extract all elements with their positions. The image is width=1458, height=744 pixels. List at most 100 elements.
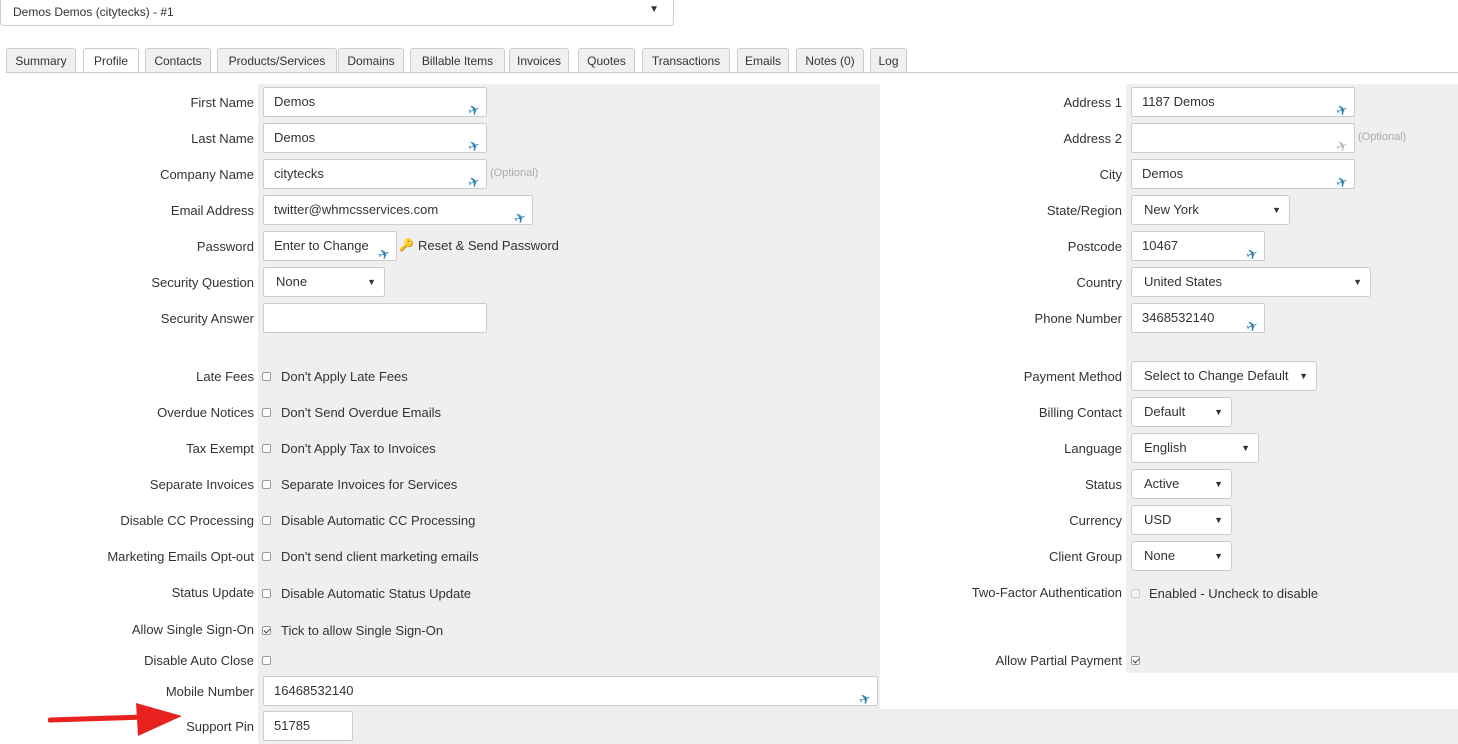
status-label: Status	[1085, 476, 1122, 492]
status-update-checkbox[interactable]	[262, 589, 271, 598]
marketing-optout-checkbox[interactable]	[262, 552, 271, 561]
separate-invoices-label: Separate Invoices	[149, 476, 254, 492]
email-label: Email Address	[170, 202, 254, 218]
support-pin-value: 51785	[274, 718, 311, 733]
postcode-value: 10467	[1142, 238, 1179, 253]
security-answer-label: Security Answer	[160, 310, 254, 326]
tab-quotes[interactable]: Quotes	[578, 48, 635, 72]
city-label: City	[1099, 166, 1122, 182]
state-value: New York	[1144, 202, 1199, 217]
late-fees-checkbox[interactable]	[262, 372, 271, 381]
form-row: Status Update Disable Automatic Status U…	[12, 574, 1458, 611]
billing-contact-select[interactable]: Default ▼	[1131, 397, 1232, 427]
tab-domains[interactable]: Domains	[338, 48, 404, 72]
tab-billable-items[interactable]: Billable Items	[410, 48, 505, 72]
tab-products-services[interactable]: Products/Services	[217, 48, 337, 72]
first-name-input[interactable]: Demos ✈	[263, 87, 487, 120]
disable-cc-text: Disable Automatic CC Processing	[281, 513, 476, 528]
last-name-input[interactable]: Demos ✈	[263, 123, 487, 156]
tab-log[interactable]: Log	[870, 48, 907, 72]
tab-invoices[interactable]: Invoices	[509, 48, 569, 72]
address2-input[interactable]: ✈	[1131, 123, 1355, 156]
phone-input[interactable]: 3468532140 ✈	[1131, 303, 1265, 336]
last-name-value: Demos	[274, 130, 316, 145]
phone-label: Phone Number	[1034, 310, 1122, 326]
form-row: Marketing Emails Opt-out Don't send clie…	[12, 538, 1458, 574]
partial-payment-label: Allow Partial Payment	[995, 653, 1122, 668]
tax-exempt-checkbox[interactable]	[262, 444, 271, 453]
support-pin-input[interactable]: 51785	[263, 711, 353, 741]
form-row: Support Pin 51785	[12, 709, 1458, 744]
chevron-down-icon: ▼	[1353, 277, 1362, 287]
two-factor-text: Enabled - Uncheck to disable	[1149, 586, 1319, 601]
tab-summary[interactable]: Summary	[6, 48, 76, 72]
city-value: Demos	[1142, 166, 1184, 181]
address2-label: Address 2	[1063, 130, 1122, 146]
marketing-optout-text: Don't send client marketing emails	[281, 549, 479, 564]
tab-transactions[interactable]: Transactions	[642, 48, 730, 72]
status-update-text: Disable Automatic Status Update	[281, 586, 472, 601]
state-select[interactable]: New York ▼	[1131, 195, 1290, 225]
language-select[interactable]: English ▼	[1131, 433, 1259, 463]
form-row: Allow Single Sign-On Tick to allow Singl…	[12, 611, 1458, 648]
country-label: Country	[1076, 274, 1122, 290]
tax-exempt-text: Don't Apply Tax to Invoices	[281, 441, 436, 456]
sso-label: Allow Single Sign-On	[131, 622, 254, 637]
form-row: Tax Exempt Don't Apply Tax to Invoices L…	[12, 430, 1458, 466]
reset-send-password-link[interactable]: Reset & Send Password	[418, 238, 559, 253]
disable-cc-checkbox[interactable]	[262, 516, 271, 525]
email-input[interactable]: twitter@whmcsservices.com ✈	[263, 195, 533, 228]
tab-profile[interactable]: Profile	[83, 48, 139, 73]
separate-invoices-checkbox[interactable]	[262, 480, 271, 489]
form-row: Company Name citytecks ✈ (Optional) City…	[12, 156, 1458, 192]
tab-divider	[6, 72, 1458, 73]
profile-form: First Name Demos ✈ Address 1 1187 Demos …	[12, 84, 1458, 744]
password-label: Password	[196, 238, 254, 254]
client-group-select[interactable]: None ▼	[1131, 541, 1232, 571]
chevron-down-icon: ▼	[1214, 407, 1223, 417]
two-factor-label: Two-Factor Authentication	[971, 585, 1122, 600]
first-name-value: Demos	[274, 94, 316, 109]
security-question-label: Security Question	[151, 274, 254, 290]
company-name-input[interactable]: citytecks ✈	[263, 159, 487, 192]
client-selector[interactable]: Demos Demos (citytecks) - #1 ▼	[0, 0, 674, 26]
optional-hint: (Optional)	[1358, 131, 1407, 143]
payment-method-select[interactable]: Select to Change Default ▼	[1131, 361, 1317, 391]
city-input[interactable]: Demos ✈	[1131, 159, 1355, 192]
address1-value: 1187 Demos	[1142, 94, 1215, 109]
client-group-label: Client Group	[1049, 548, 1122, 564]
company-name-value: citytecks	[274, 166, 324, 181]
last-name-label: Last Name	[191, 130, 254, 146]
tab-contacts[interactable]: Contacts	[145, 48, 211, 72]
marketing-optout-label: Marketing Emails Opt-out	[107, 548, 254, 564]
security-question-select[interactable]: None ▼	[263, 267, 385, 297]
mobile-label: Mobile Number	[165, 683, 254, 699]
tab-notes[interactable]: Notes (0)	[796, 48, 864, 72]
annotation-arrow-icon	[48, 703, 182, 736]
client-selector-value: Demos Demos (citytecks) - #1	[13, 5, 174, 19]
overdue-notices-label: Overdue Notices	[157, 404, 254, 420]
form-row: Disable CC Processing Disable Automatic …	[12, 502, 1458, 538]
password-input[interactable]: Enter to Change ✈	[263, 231, 397, 264]
currency-value: USD	[1144, 512, 1172, 527]
currency-select[interactable]: USD ▼	[1131, 505, 1232, 535]
two-factor-checkbox[interactable]	[1131, 589, 1140, 598]
country-select[interactable]: United States ▼	[1131, 267, 1371, 297]
security-answer-input[interactable]	[263, 303, 487, 333]
form-row: Disable Auto Close Allow Partial Payment	[12, 648, 1458, 673]
auto-close-checkbox[interactable]	[262, 656, 271, 665]
status-select[interactable]: Active ▼	[1131, 469, 1232, 499]
form-row: Password Enter to Change ✈ 🔑 Reset & Sen…	[12, 228, 1458, 264]
chevron-down-icon: ▼	[649, 4, 659, 15]
mobile-input[interactable]: 16468532140 ✈	[263, 676, 878, 709]
tab-emails[interactable]: Emails	[737, 48, 789, 72]
form-row: Last Name Demos ✈ Address 2 ✈ (Optional)	[12, 120, 1458, 156]
sso-checkbox[interactable]	[262, 626, 271, 635]
country-value: United States	[1144, 274, 1223, 289]
phone-value: 3468532140	[1142, 310, 1215, 325]
postcode-input[interactable]: 10467 ✈	[1131, 231, 1265, 264]
postcode-label: Postcode	[1067, 238, 1122, 254]
overdue-notices-checkbox[interactable]	[262, 408, 271, 417]
partial-payment-checkbox[interactable]	[1131, 656, 1140, 665]
address1-input[interactable]: 1187 Demos ✈	[1131, 87, 1355, 120]
